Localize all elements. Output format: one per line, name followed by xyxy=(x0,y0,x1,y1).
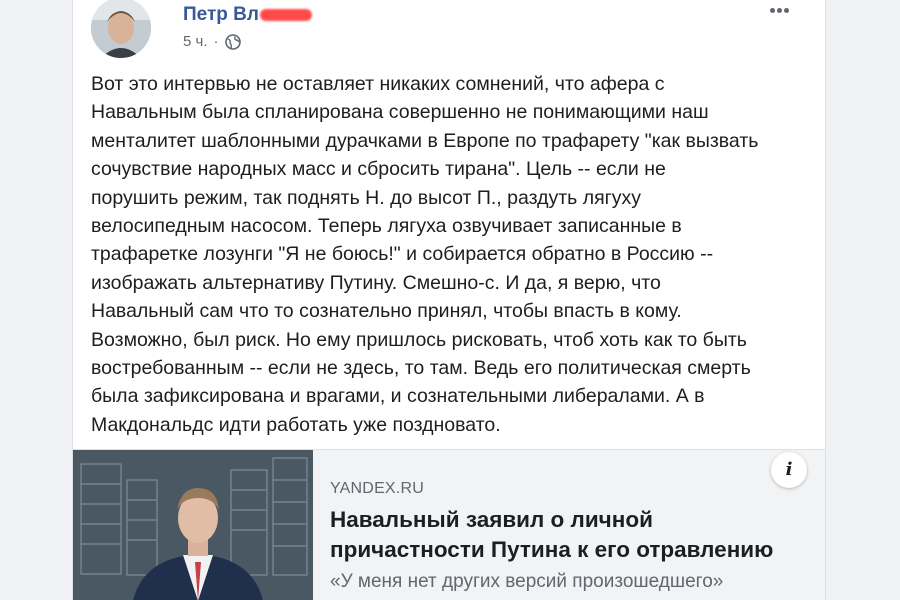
more-dot xyxy=(784,8,789,13)
avatar-image xyxy=(91,0,151,58)
post-text-line: трафаретке лозунги "Я не боюсь!" и собир… xyxy=(91,243,714,266)
post-text-line: Макдональдс идти работать уже поздновато… xyxy=(91,413,501,436)
meta-separator: · xyxy=(213,33,219,50)
globe-icon[interactable] xyxy=(224,33,241,50)
more-dot xyxy=(770,8,775,13)
post-text-line: была зафиксирована и врагами, и сознател… xyxy=(91,385,705,408)
post-text-line: Навальным была спланирована совершенно н… xyxy=(91,101,709,124)
post-text-line: сочувствие народных масс и сбросить тира… xyxy=(91,158,666,181)
post-text-line: Навальный сам что то сознательно принял,… xyxy=(91,300,682,323)
facebook-feed: Петр Вл 5 ч. · Вот это интервью не остав… xyxy=(0,0,900,600)
redaction-mark xyxy=(259,8,312,21)
post-header: Петр Вл 5 ч. · xyxy=(91,0,811,60)
post-text-line: изображать альтернативу Путину. Смешно-с… xyxy=(91,271,661,294)
post-text-line: порушить режим, так поднять Н. до высот … xyxy=(91,186,642,209)
link-thumbnail[interactable] xyxy=(73,450,313,600)
link-domain: YANDEX.RU xyxy=(330,480,424,497)
post-meta: 5 ч. · xyxy=(183,33,241,50)
post-timestamp[interactable]: 5 ч. xyxy=(183,33,208,50)
link-preview-body[interactable]: YANDEX.RU Навальный заявил о личной прич… xyxy=(313,450,825,600)
link-headline[interactable]: Навальный заявил о личной причастности П… xyxy=(330,505,820,565)
link-headline-line: причастности Путина к его отравлению xyxy=(330,537,774,562)
post-text-line: Вот это интервью не оставляет никаких со… xyxy=(91,73,665,95)
post-text-line: Возможно, был риск. Но ему пришлось риск… xyxy=(91,328,747,351)
link-subtitle: «У меня нет других версий произошедшего» xyxy=(330,571,724,592)
post-text-line: востребованным -- если не здесь, то там.… xyxy=(91,357,751,380)
link-headline-line: Навальный заявил о личной xyxy=(330,507,653,532)
author-name-text: Петр Вл xyxy=(183,4,259,25)
post-text: Вот это интервью не оставляет никаких со… xyxy=(91,70,813,439)
post-text-line: велосипедным насосом. Теперь лягуха озву… xyxy=(91,215,682,238)
more-dots-icon[interactable] xyxy=(769,0,797,16)
info-icon[interactable]: i xyxy=(771,452,807,488)
post-text-line: менталитет шаблонными дурачками в Европе… xyxy=(91,129,759,152)
avatar[interactable] xyxy=(91,0,151,58)
more-dot xyxy=(777,8,782,13)
post-card: Петр Вл 5 ч. · Вот это интервью не остав… xyxy=(72,0,826,600)
thumbnail-image xyxy=(73,450,313,600)
author-name[interactable]: Петр Вл xyxy=(183,4,312,26)
link-preview[interactable]: YANDEX.RU Навальный заявил о личной прич… xyxy=(73,449,825,600)
